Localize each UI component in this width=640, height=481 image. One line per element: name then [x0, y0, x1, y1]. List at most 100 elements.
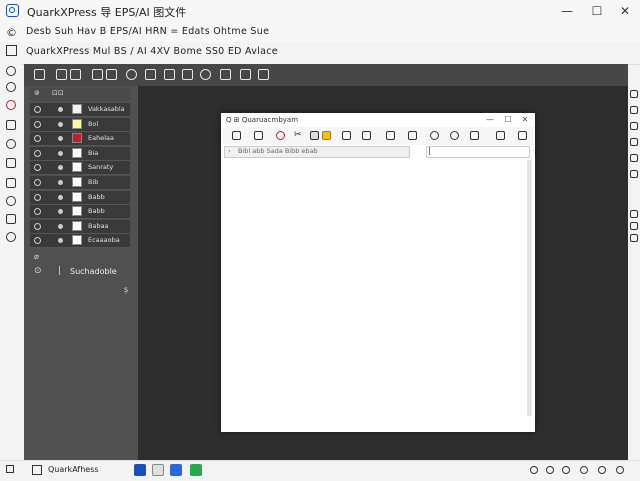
layer-lock-icon[interactable] [58, 238, 63, 244]
taskbar-pin-2-icon[interactable] [152, 464, 164, 476]
layer-visibility-icon[interactable] [34, 106, 41, 113]
ws-tool-10-icon[interactable] [200, 69, 211, 80]
dlg-new-icon[interactable] [254, 131, 263, 140]
ws-tool-9-icon[interactable] [182, 69, 193, 80]
layer-row[interactable]: Babaa [30, 219, 130, 234]
ws-tool-12-icon[interactable] [240, 69, 251, 80]
layer-visibility-icon[interactable] [34, 135, 41, 143]
right-tool-1-icon[interactable] [630, 90, 638, 98]
ws-tool-3-icon[interactable] [70, 69, 81, 80]
layer-row[interactable]: Babb [30, 205, 130, 220]
right-tool-8-icon[interactable] [630, 222, 638, 230]
taskbar-start-icon[interactable] [6, 465, 14, 473]
dlg-share-icon[interactable] [342, 131, 351, 140]
tool-item-icon[interactable] [6, 66, 16, 76]
tray-2-icon[interactable] [546, 466, 554, 474]
layer-row[interactable]: Bia [30, 146, 130, 161]
ws-tool-4-icon[interactable] [92, 69, 103, 80]
dlg-options-icon[interactable] [496, 131, 505, 140]
layer-lock-icon[interactable] [58, 136, 63, 142]
dlg-comment-icon[interactable] [362, 131, 371, 140]
minimize-button[interactable]: — [554, 2, 580, 20]
tool-oval-icon[interactable] [6, 196, 16, 206]
close-button[interactable]: ✕ [612, 2, 638, 20]
layer-visibility-icon[interactable] [34, 193, 41, 201]
ws-tool-11-icon[interactable] [220, 69, 231, 80]
layer-lock-icon[interactable] [58, 150, 63, 156]
ws-tool-6-icon[interactable] [126, 69, 137, 80]
taskbar-pin-1-icon[interactable] [134, 464, 146, 476]
tray-5-icon[interactable] [598, 466, 606, 474]
tray-6-icon[interactable] [616, 466, 624, 474]
ws-tool-5-icon[interactable] [106, 69, 117, 80]
dialog-scrollbar[interactable] [527, 160, 532, 416]
taskbar-pin-4-icon[interactable] [190, 464, 202, 476]
dlg-cut-icon[interactable]: ✂ [294, 131, 303, 140]
layer-lock-icon[interactable] [58, 165, 63, 171]
square-icon[interactable] [6, 45, 17, 56]
taskbar-app-icon[interactable] [32, 465, 42, 475]
layer-visibility-icon[interactable] [34, 222, 41, 230]
tool-table-icon[interactable] [6, 214, 16, 224]
layer-visibility-icon[interactable] [34, 149, 41, 157]
dlg-folder-icon[interactable] [322, 131, 331, 140]
tray-3-icon[interactable] [562, 466, 570, 474]
dlg-view-icon[interactable] [408, 131, 417, 140]
dlg-browser-icon[interactable] [276, 131, 285, 140]
dialog-close-button[interactable]: ✕ [519, 114, 531, 126]
layer-visibility-icon[interactable] [34, 208, 41, 216]
dialog-path[interactable]: Bibl abb Sada Bibb ebab [238, 147, 318, 155]
layer-lock-icon[interactable] [58, 223, 63, 229]
ws-tool-13-icon[interactable] [258, 69, 269, 80]
ws-tool-2-icon[interactable] [56, 69, 67, 80]
dlg-refresh-icon[interactable] [430, 131, 439, 140]
dialog-maximize-button[interactable]: ☐ [502, 114, 514, 126]
dialog-file-list[interactable] [224, 160, 524, 426]
toolbar-text[interactable]: QuarkXPress Mul BS / AI 4XV Bome SS0 ED … [26, 46, 278, 57]
tray-1-icon[interactable] [530, 466, 538, 474]
layer-row[interactable]: Babb [30, 190, 130, 205]
dlg-copy-icon[interactable] [310, 131, 319, 140]
layer-row[interactable]: Ecaaaoba [30, 234, 130, 249]
dialog-minimize-button[interactable]: — [484, 114, 496, 126]
tool-zoom-icon[interactable] [6, 232, 16, 242]
layer-add-icon[interactable]: ⊙ [34, 266, 42, 276]
address-arrow-icon[interactable]: › [228, 147, 231, 155]
right-tool-6-icon[interactable] [630, 170, 638, 178]
right-tool-9-icon[interactable] [630, 234, 638, 242]
layer-lock-icon[interactable] [58, 107, 63, 112]
layer-row[interactable]: Eahelaa [30, 132, 130, 147]
tool-record-icon[interactable] [6, 100, 16, 110]
dialog-search-input[interactable] [426, 146, 530, 158]
tool-content-icon[interactable] [6, 82, 16, 92]
layer-lock-icon[interactable] [58, 121, 63, 127]
taskbar-app-label[interactable]: QuarkAfhess [48, 465, 99, 474]
layer-visibility-icon[interactable] [34, 120, 41, 128]
right-tool-3-icon[interactable] [630, 122, 638, 130]
right-tool-2-icon[interactable] [630, 106, 638, 114]
tool-text-icon[interactable] [6, 120, 16, 130]
layer-options-icon[interactable]: ⌀ [34, 252, 39, 261]
tool-picture-icon[interactable] [6, 158, 16, 168]
tool-box-icon[interactable] [6, 178, 16, 188]
layer-visibility-icon[interactable] [34, 179, 41, 186]
right-tool-4-icon[interactable] [630, 138, 638, 146]
ws-tool-8-icon[interactable] [164, 69, 175, 80]
dlg-more-icon[interactable] [518, 131, 527, 140]
tray-4-icon[interactable] [580, 466, 588, 474]
dlg-sort-icon[interactable] [470, 131, 479, 140]
layer-visibility-icon[interactable] [34, 164, 41, 172]
layer-lock-icon[interactable] [58, 209, 63, 215]
layer-lock-icon[interactable] [58, 180, 63, 185]
dlg-rename-icon[interactable] [386, 131, 395, 140]
dlg-history-icon[interactable] [450, 131, 459, 140]
ws-tool-1-icon[interactable] [34, 69, 45, 80]
dlg-back-icon[interactable] [232, 131, 241, 140]
taskbar-pin-3-icon[interactable] [170, 464, 182, 476]
menu-items[interactable]: Desb Suh Hav B EPS/AI HRN = Edats Ohtme … [26, 26, 269, 37]
maximize-button[interactable]: ☐ [584, 2, 610, 20]
right-tool-7-icon[interactable] [630, 210, 638, 218]
layer-row[interactable]: Sanraty [30, 161, 130, 176]
ws-tool-7-icon[interactable] [145, 69, 156, 80]
layer-row[interactable]: Bib [30, 176, 130, 190]
